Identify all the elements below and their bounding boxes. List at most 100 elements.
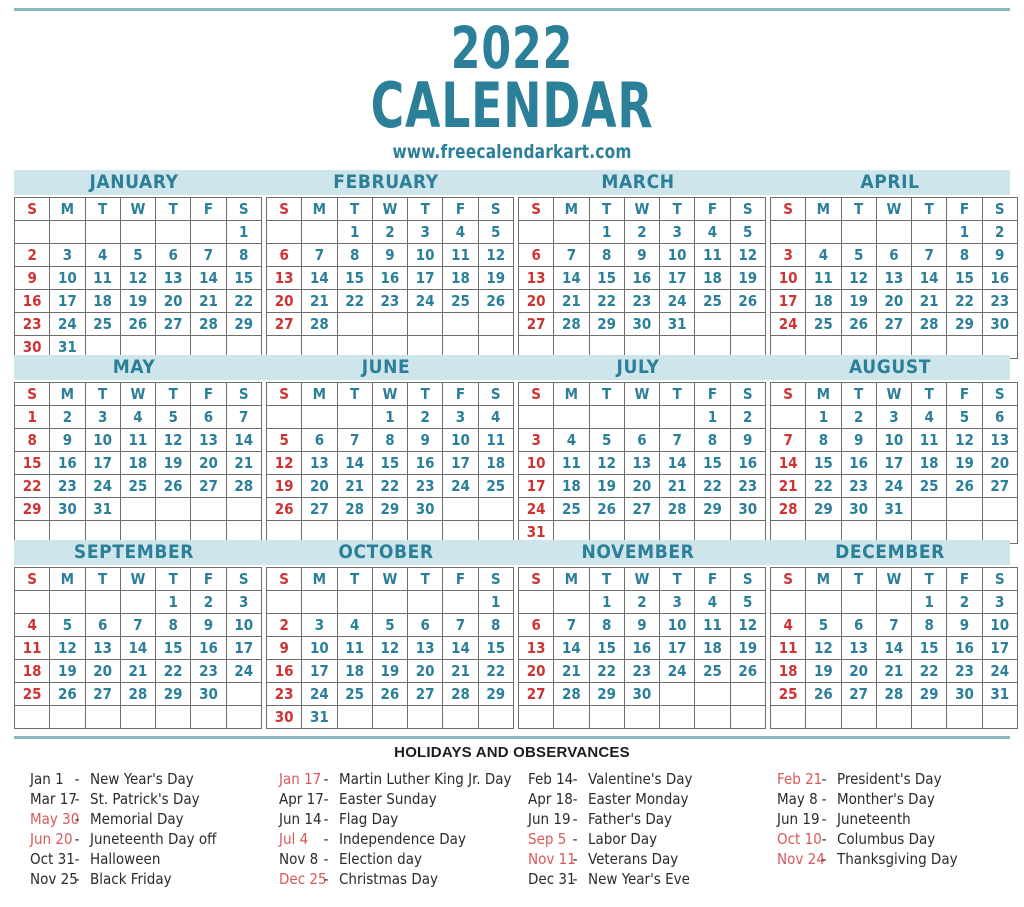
day-cell[interactable]: 26: [371, 682, 409, 706]
day-cell[interactable]: 25: [694, 659, 731, 683]
day-cell[interactable]: 8: [155, 613, 192, 637]
day-cell[interactable]: 14: [301, 266, 338, 290]
day-cell[interactable]: 27: [840, 682, 877, 706]
day-cell[interactable]: 29: [477, 682, 514, 706]
day-cell[interactable]: 30: [729, 497, 766, 521]
day-cell[interactable]: 6: [875, 243, 913, 267]
day-cell[interactable]: 7: [119, 613, 157, 637]
day-cell[interactable]: 14: [119, 636, 157, 660]
day-cell[interactable]: 13: [301, 451, 338, 475]
day-cell[interactable]: 23: [371, 289, 409, 313]
day-cell[interactable]: 3: [407, 220, 444, 244]
day-cell[interactable]: 5: [477, 220, 514, 244]
day-cell[interactable]: 8: [588, 243, 625, 267]
day-cell[interactable]: 3: [769, 243, 807, 267]
day-cell[interactable]: 24: [442, 474, 479, 498]
day-cell[interactable]: 9: [946, 613, 983, 637]
day-cell[interactable]: 3: [442, 405, 479, 429]
day-cell[interactable]: 18: [336, 659, 373, 683]
day-cell[interactable]: 8: [805, 428, 842, 452]
day-cell[interactable]: 3: [301, 613, 338, 637]
day-cell[interactable]: 30: [981, 312, 1018, 336]
day-cell[interactable]: 15: [911, 636, 948, 660]
day-cell[interactable]: 29: [155, 682, 192, 706]
day-cell[interactable]: 13: [84, 636, 121, 660]
day-cell[interactable]: 20: [517, 289, 555, 313]
day-cell[interactable]: 1: [805, 405, 842, 429]
day-cell[interactable]: 25: [477, 474, 514, 498]
day-cell[interactable]: 25: [119, 474, 157, 498]
day-cell[interactable]: 12: [119, 266, 157, 290]
day-cell[interactable]: 25: [84, 312, 121, 336]
day-cell[interactable]: 18: [805, 289, 842, 313]
day-cell[interactable]: 13: [407, 636, 444, 660]
day-cell[interactable]: 18: [769, 659, 807, 683]
day-cell[interactable]: 5: [119, 243, 157, 267]
day-cell[interactable]: 11: [84, 266, 121, 290]
day-cell[interactable]: 4: [694, 220, 731, 244]
day-cell[interactable]: 22: [946, 289, 983, 313]
day-cell[interactable]: 11: [442, 243, 479, 267]
day-cell[interactable]: 14: [769, 451, 807, 475]
day-cell[interactable]: 11: [769, 636, 807, 660]
day-cell[interactable]: 22: [588, 289, 625, 313]
day-cell[interactable]: 30: [190, 682, 227, 706]
day-cell[interactable]: 9: [49, 428, 86, 452]
day-cell[interactable]: 25: [13, 682, 51, 706]
day-cell[interactable]: 18: [13, 659, 51, 683]
day-cell[interactable]: 28: [911, 312, 948, 336]
day-cell[interactable]: 4: [336, 613, 373, 637]
day-cell[interactable]: 21: [553, 289, 590, 313]
day-cell[interactable]: 5: [155, 405, 192, 429]
day-cell[interactable]: 1: [477, 590, 514, 614]
day-cell[interactable]: 18: [911, 451, 948, 475]
day-cell[interactable]: 23: [265, 682, 303, 706]
day-cell[interactable]: 18: [442, 266, 479, 290]
day-cell[interactable]: 30: [623, 682, 661, 706]
day-cell[interactable]: 3: [659, 590, 696, 614]
day-cell[interactable]: 23: [623, 289, 661, 313]
day-cell[interactable]: 12: [477, 243, 514, 267]
day-cell[interactable]: 29: [13, 497, 51, 521]
day-cell[interactable]: 2: [371, 220, 409, 244]
day-cell[interactable]: 20: [301, 474, 338, 498]
day-cell[interactable]: 30: [265, 705, 303, 729]
day-cell[interactable]: 23: [13, 312, 51, 336]
day-cell[interactable]: 22: [694, 474, 731, 498]
day-cell[interactable]: 13: [190, 428, 227, 452]
day-cell[interactable]: 21: [553, 659, 590, 683]
day-cell[interactable]: 18: [119, 451, 157, 475]
day-cell[interactable]: 5: [265, 428, 303, 452]
day-cell[interactable]: 16: [265, 659, 303, 683]
day-cell[interactable]: 9: [981, 243, 1018, 267]
day-cell[interactable]: 8: [225, 243, 262, 267]
day-cell[interactable]: 23: [407, 474, 444, 498]
day-cell[interactable]: 14: [659, 451, 696, 475]
day-cell[interactable]: 11: [911, 428, 948, 452]
day-cell[interactable]: 22: [805, 474, 842, 498]
day-cell[interactable]: 8: [477, 613, 514, 637]
day-cell[interactable]: 7: [225, 405, 262, 429]
day-cell[interactable]: 29: [588, 682, 625, 706]
day-cell[interactable]: 31: [875, 497, 913, 521]
day-cell[interactable]: 6: [84, 613, 121, 637]
day-cell[interactable]: 17: [442, 451, 479, 475]
day-cell[interactable]: 12: [946, 428, 983, 452]
day-cell[interactable]: 4: [769, 613, 807, 637]
day-cell[interactable]: 30: [946, 682, 983, 706]
day-cell[interactable]: 24: [769, 312, 807, 336]
day-cell[interactable]: 11: [13, 636, 51, 660]
day-cell[interactable]: 20: [265, 289, 303, 313]
day-cell[interactable]: 6: [517, 613, 555, 637]
day-cell[interactable]: 17: [49, 289, 86, 313]
day-cell[interactable]: 28: [553, 682, 590, 706]
day-cell[interactable]: 18: [694, 636, 731, 660]
day-cell[interactable]: 23: [190, 659, 227, 683]
day-cell[interactable]: 8: [588, 613, 625, 637]
day-cell[interactable]: 15: [477, 636, 514, 660]
day-cell[interactable]: 2: [946, 590, 983, 614]
day-cell[interactable]: 8: [336, 243, 373, 267]
day-cell[interactable]: 9: [407, 428, 444, 452]
day-cell[interactable]: 16: [49, 451, 86, 475]
day-cell[interactable]: 12: [588, 451, 625, 475]
